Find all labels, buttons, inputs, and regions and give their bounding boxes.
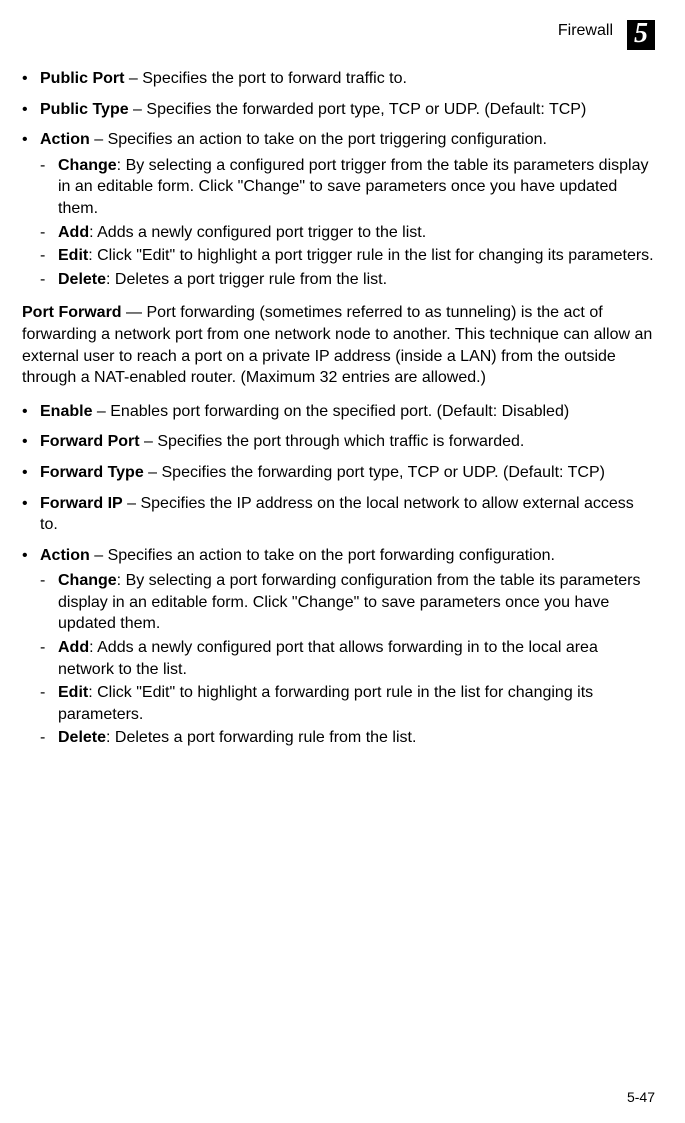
term-text: – Enables port forwarding on the specifi… <box>92 403 569 420</box>
term-label: Enable <box>40 403 92 420</box>
list-item: Public Type – Specifies the forwarded po… <box>22 99 655 121</box>
term-text: : Deletes a port forwarding rule from th… <box>106 729 416 746</box>
term-text: – Specifies an action to take on the por… <box>90 131 547 148</box>
list-item: Public Port – Specifies the port to forw… <box>22 68 655 90</box>
sub-list: Change: By selecting a configured port t… <box>40 155 655 291</box>
list-item: Add: Adds a newly configured port trigge… <box>40 222 655 244</box>
chapter-badge: 5 <box>627 20 655 50</box>
term-label: Forward Type <box>40 464 144 481</box>
term-label: Port Forward <box>22 304 122 321</box>
term-label: Edit <box>58 247 88 264</box>
list-item: Action – Specifies an action to take on … <box>22 545 655 749</box>
term-label: Change <box>58 157 117 174</box>
term-text: – Specifies the IP address on the local … <box>40 495 634 534</box>
list-item: Forward Port – Specifies the port throug… <box>22 431 655 453</box>
term-label: Edit <box>58 684 88 701</box>
header-title: Firewall <box>558 20 613 42</box>
bullet-list-2: Enable – Enables port forwarding on the … <box>22 401 655 749</box>
term-label: Delete <box>58 271 106 288</box>
term-label: Action <box>40 131 90 148</box>
term-text: : By selecting a configured port trigger… <box>58 157 648 217</box>
list-item: Action – Specifies an action to take on … <box>22 129 655 290</box>
list-item: Add: Adds a newly configured port that a… <box>40 637 655 680</box>
list-item: Change: By selecting a configured port t… <box>40 155 655 220</box>
term-text: – Specifies the forwarded port type, TCP… <box>129 101 587 118</box>
term-label: Public Type <box>40 101 129 118</box>
term-label: Change <box>58 572 117 589</box>
term-text: : Adds a newly configured port trigger t… <box>89 224 426 241</box>
list-item: Enable – Enables port forwarding on the … <box>22 401 655 423</box>
term-label: Forward IP <box>40 495 123 512</box>
term-label: Delete <box>58 729 106 746</box>
list-item: Change: By selecting a port forwarding c… <box>40 570 655 635</box>
term-label: Forward Port <box>40 433 140 450</box>
term-text: – Specifies an action to take on the por… <box>90 547 555 564</box>
page-number: 5-47 <box>627 1088 655 1107</box>
bullet-list-1: Public Port – Specifies the port to forw… <box>22 68 655 290</box>
term-label: Action <box>40 547 90 564</box>
term-text: – Specifies the port through which traff… <box>140 433 525 450</box>
sub-list: Change: By selecting a port forwarding c… <box>40 570 655 749</box>
list-item: Forward Type – Specifies the forwarding … <box>22 462 655 484</box>
page-header: Firewall 5 <box>22 20 655 50</box>
term-text: : Click "Edit" to highlight a port trigg… <box>88 247 653 264</box>
term-label: Public Port <box>40 70 124 87</box>
term-label: Add <box>58 639 89 656</box>
list-item: Forward IP – Specifies the IP address on… <box>22 493 655 536</box>
term-text: : Deletes a port trigger rule from the l… <box>106 271 387 288</box>
term-text: – Specifies the forwarding port type, TC… <box>144 464 605 481</box>
list-item: Edit: Click "Edit" to highlight a forwar… <box>40 682 655 725</box>
list-item: Delete: Deletes a port forwarding rule f… <box>40 727 655 749</box>
term-text: : Click "Edit" to highlight a forwarding… <box>58 684 593 723</box>
port-forward-paragraph: Port Forward — Port forwarding (sometime… <box>22 302 655 388</box>
term-text: : Adds a newly configured port that allo… <box>58 639 598 678</box>
term-text: : By selecting a port forwarding configu… <box>58 572 640 632</box>
term-text: – Specifies the port to forward traffic … <box>124 70 407 87</box>
list-item: Edit: Click "Edit" to highlight a port t… <box>40 245 655 267</box>
list-item: Delete: Deletes a port trigger rule from… <box>40 269 655 291</box>
term-label: Add <box>58 224 89 241</box>
